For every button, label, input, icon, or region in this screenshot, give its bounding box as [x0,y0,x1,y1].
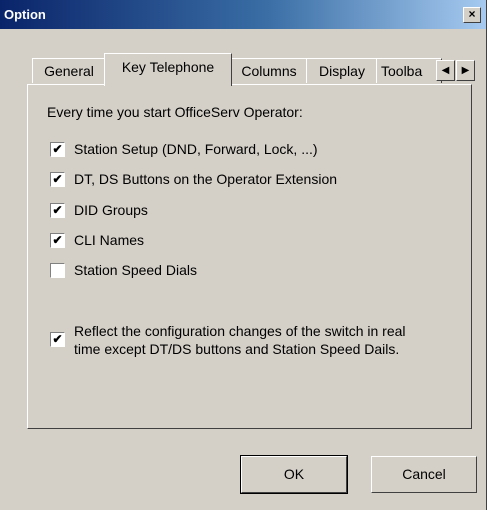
station-speed-dials-checkbox[interactable] [50,263,65,278]
option-dialog: Option × General Key Telephone Columns D… [0,0,487,510]
checkmark-icon: ✔ [52,233,63,247]
checkmark-icon: ✔ [52,172,63,186]
dialog-title: Option [4,7,46,22]
tab-key-telephone-label: Key Telephone [121,59,215,75]
arrow-right-icon: ▶ [461,65,470,76]
reflect-changes-checkbox[interactable]: ✔ [50,332,65,347]
station-setup-label[interactable]: Station Setup (DND, Forward, Lock, ...) [74,141,318,157]
cancel-button[interactable]: Cancel [371,456,477,493]
tab-general[interactable]: General [32,58,106,83]
title-bar[interactable]: Option × [0,0,486,29]
tab-general-label: General [44,63,94,79]
checkmark-icon: ✔ [52,203,63,217]
tab-scroll-left-button[interactable]: ◀ [436,60,455,81]
close-button[interactable]: × [463,7,481,23]
did-groups-checkbox[interactable]: ✔ [50,203,65,218]
ok-button[interactable]: OK [240,455,348,494]
did-groups-label[interactable]: DID Groups [74,202,148,218]
arrow-left-icon: ◀ [441,65,450,76]
tab-panel-key-telephone [27,84,472,429]
tab-scroll-right-button[interactable]: ▶ [456,60,475,81]
tab-toolbar-label: Toolba [381,63,423,79]
cli-names-checkbox[interactable]: ✔ [50,233,65,248]
reflect-changes-label[interactable]: Reflect the configuration changes of the… [74,322,474,358]
tab-display[interactable]: Display [306,58,378,83]
close-icon: × [468,7,476,21]
tab-display-label: Display [319,63,365,79]
station-speed-dials-label[interactable]: Station Speed Dials [74,262,197,278]
startup-intro-text: Every time you start OfficeServ Operator… [47,104,303,120]
tab-columns-label: Columns [241,63,297,79]
reflect-changes-line-1: Reflect the configuration changes of the… [74,323,406,339]
checkmark-icon: ✔ [52,332,63,346]
station-setup-checkbox[interactable]: ✔ [50,142,65,157]
tab-key-telephone[interactable]: Key Telephone [104,53,232,86]
tab-columns[interactable]: Columns [230,58,308,83]
checkmark-icon: ✔ [52,142,63,156]
cli-names-label[interactable]: CLI Names [74,232,144,248]
tab-toolbar[interactable]: Toolba [376,58,442,83]
dt-ds-buttons-checkbox[interactable]: ✔ [50,172,65,187]
reflect-changes-line-2: time except DT/DS buttons and Station Sp… [74,341,400,357]
dt-ds-buttons-label[interactable]: DT, DS Buttons on the Operator Extension [74,171,337,187]
